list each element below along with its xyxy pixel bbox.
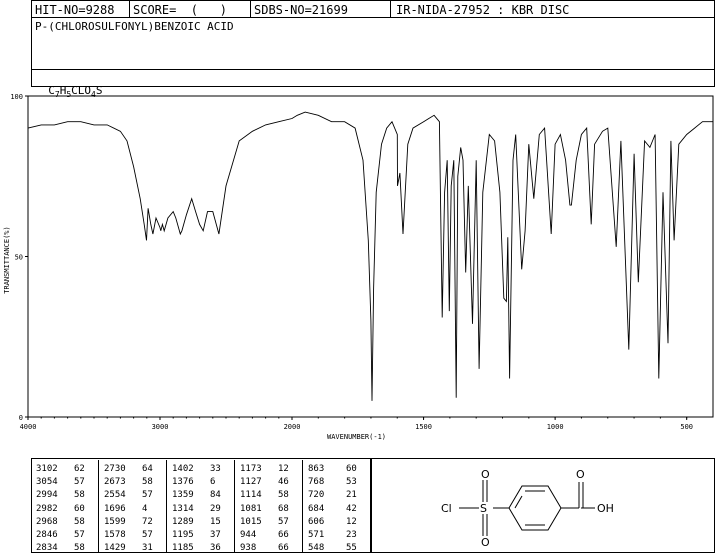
peak-transmittance: 33 xyxy=(210,464,221,474)
peak-wavenumber: 571 xyxy=(308,530,325,540)
peak-wavenumber: 548 xyxy=(308,543,325,553)
peak-wavenumber: 768 xyxy=(308,477,325,488)
y-tick-label: 0 xyxy=(19,414,23,422)
x-tick-label: 500 xyxy=(680,423,693,431)
peak-wavenumber: 938 xyxy=(240,543,257,553)
peak-wavenumber: 1114 xyxy=(240,490,262,501)
x-tick-label: 4000 xyxy=(20,423,37,431)
peak-transmittance: 58 xyxy=(74,543,85,553)
peak-wavenumber: 606 xyxy=(308,516,325,527)
peak-transmittance: 36 xyxy=(210,543,221,553)
peak-transmittance: 68 xyxy=(278,503,289,514)
y-tick-label: 50 xyxy=(15,254,23,262)
peak-transmittance: 58 xyxy=(74,516,85,527)
peak-transmittance: 62 xyxy=(74,464,85,474)
cl-atom: Cl xyxy=(441,502,452,515)
peak-transmittance: 84 xyxy=(210,490,221,501)
oh-group: OH xyxy=(597,502,614,515)
s-atom: S xyxy=(480,502,487,515)
peak-transmittance: 57 xyxy=(74,477,85,488)
peak-transmittance: 23 xyxy=(346,530,357,540)
peak-wavenumber: 1429 xyxy=(104,543,126,553)
peak-transmittance: 66 xyxy=(278,530,289,540)
peak-wavenumber: 1376 xyxy=(172,477,194,488)
peak-transmittance: 72 xyxy=(142,516,153,527)
ir-spectrum-chart: 1005004000 3000 2000 1500 1000 500 xyxy=(10,93,714,431)
peak-wavenumber: 2968 xyxy=(36,516,58,527)
y-axis-label: TRANSMITTANCE(%) xyxy=(3,226,11,294)
peak-transmittance: 29 xyxy=(210,503,221,514)
spectrum-line xyxy=(27,111,713,401)
peak-column-separator xyxy=(234,460,235,552)
peak-wavenumber: 2554 xyxy=(104,490,126,501)
peak-wavenumber: 1359 xyxy=(172,490,194,501)
peak-transmittance: 57 xyxy=(142,530,153,540)
peak-wavenumber: 1402 xyxy=(172,464,194,474)
peak-wavenumber: 1081 xyxy=(240,503,262,514)
peak-wavenumber: 1185 xyxy=(172,543,194,553)
peak-transmittance: 58 xyxy=(74,490,85,501)
peak-transmittance: 6 xyxy=(210,477,216,488)
peak-wavenumber: 1578 xyxy=(104,530,126,540)
x-tick-label: 2000 xyxy=(284,423,301,431)
molecular-structure: Cl S O O O OH xyxy=(441,468,614,549)
peak-wavenumber: 1015 xyxy=(240,516,262,527)
peak-transmittance: 37 xyxy=(210,530,221,540)
peak-transmittance: 31 xyxy=(142,543,153,553)
peak-transmittance: 57 xyxy=(74,530,85,540)
peak-transmittance: 46 xyxy=(278,477,289,488)
peak-wavenumber: 944 xyxy=(240,530,257,540)
peak-wavenumber: 2982 xyxy=(36,503,58,514)
x-tick-label: 1500 xyxy=(415,423,432,431)
peak-wavenumber: 2994 xyxy=(36,490,58,501)
peak-transmittance: 60 xyxy=(346,464,357,474)
peak-transmittance: 60 xyxy=(74,503,85,514)
peak-wavenumber: 863 xyxy=(308,464,325,474)
o-atom-top: O xyxy=(481,468,490,481)
peak-transmittance: 64 xyxy=(142,464,153,474)
peak-transmittance: 55 xyxy=(346,543,357,553)
peak-transmittance: 57 xyxy=(278,516,289,527)
peak-transmittance: 58 xyxy=(142,477,153,488)
peak-column-separator xyxy=(166,460,167,552)
peak-wavenumber: 684 xyxy=(308,503,325,514)
o-atom-carbonyl: O xyxy=(576,468,585,481)
x-tick-label: 1000 xyxy=(547,423,564,431)
peak-wavenumber: 3102 xyxy=(36,464,58,474)
peak-wavenumber: 720 xyxy=(308,490,325,501)
peak-wavenumber: 1195 xyxy=(172,530,194,540)
peak-column-separator xyxy=(98,460,99,552)
peak-wavenumber: 1314 xyxy=(172,503,194,514)
x-tick-label: 3000 xyxy=(152,423,169,431)
peak-wavenumber: 2730 xyxy=(104,464,126,474)
peak-transmittance: 58 xyxy=(278,490,289,501)
peak-wavenumber: 2673 xyxy=(104,477,126,488)
peak-wavenumber: 1127 xyxy=(240,477,262,488)
peak-wavenumber: 1599 xyxy=(104,516,126,527)
peak-transmittance: 66 xyxy=(278,543,289,553)
peak-wavenumber: 1289 xyxy=(172,516,194,527)
peak-wavenumber: 3054 xyxy=(36,477,58,488)
peak-transmittance: 12 xyxy=(346,516,357,527)
peak-transmittance: 53 xyxy=(346,477,357,488)
peak-wavenumber: 2846 xyxy=(36,530,58,540)
x-axis-label: WAVENUMBER(-1) xyxy=(327,433,387,441)
peak-transmittance: 15 xyxy=(210,516,221,527)
plot-frame xyxy=(27,95,714,418)
peak-transmittance: 4 xyxy=(142,503,148,514)
peak-column-separator xyxy=(302,460,303,552)
peak-transmittance: 42 xyxy=(346,503,357,514)
peak-wavenumber: 2834 xyxy=(36,543,58,553)
peak-wavenumber: 1173 xyxy=(240,464,262,474)
o-atom-bottom: O xyxy=(481,536,490,549)
y-tick-label: 100 xyxy=(10,93,23,101)
peak-wavenumber: 1696 xyxy=(104,503,126,514)
peak-transmittance: 12 xyxy=(278,464,289,474)
peak-transmittance: 21 xyxy=(346,490,357,501)
peak-transmittance: 57 xyxy=(142,490,153,501)
